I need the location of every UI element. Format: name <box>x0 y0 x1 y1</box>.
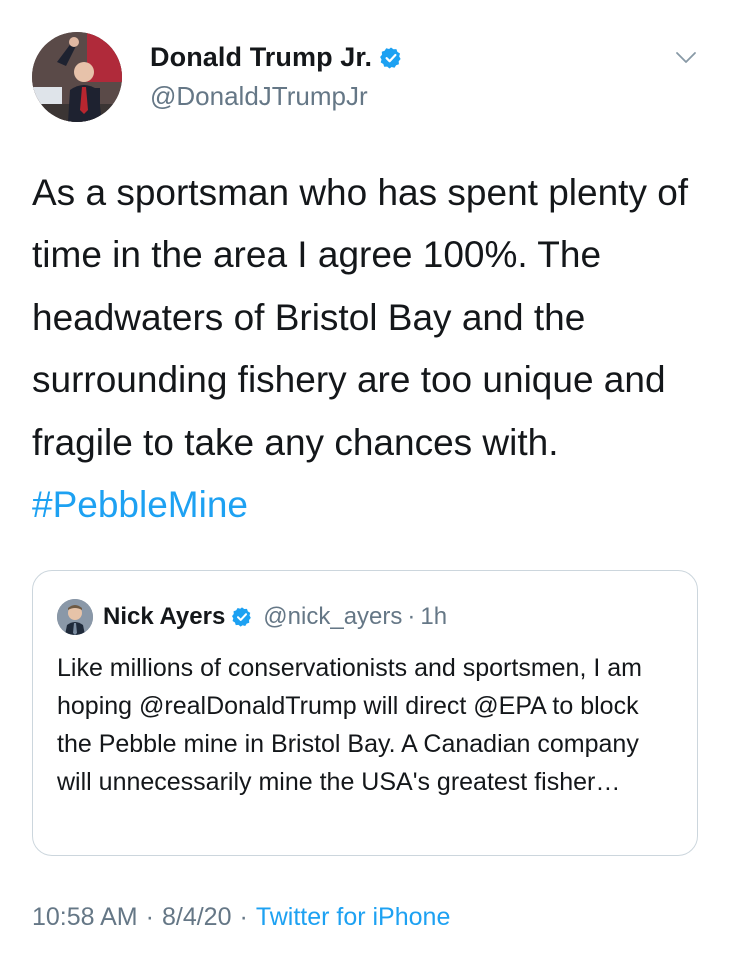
verified-badge-icon <box>380 47 401 68</box>
tweet-body: As a sportsman who has spent plenty of t… <box>32 162 702 536</box>
chevron-down-icon[interactable] <box>674 50 698 66</box>
quoted-profile-photo-icon <box>57 599 93 635</box>
tweet-header: Donald Trump Jr. @DonaldJTrumpJr <box>32 24 702 122</box>
verified-badge-icon <box>232 607 252 627</box>
quoted-author-name: Nick Ayers <box>103 603 226 630</box>
tweet-text: As a sportsman who has spent plenty of t… <box>32 172 689 463</box>
meta-separator: · <box>145 903 154 931</box>
author-handle[interactable]: @DonaldJTrumpJr <box>150 81 368 112</box>
author-avatar[interactable] <box>32 32 122 122</box>
meta-separator: · <box>239 903 248 931</box>
tweet-time: 10:58 AM <box>32 903 138 931</box>
quoted-author-avatar <box>57 599 93 635</box>
quoted-tweet-header: Nick Ayers @nick_ayers · 1h <box>57 599 447 635</box>
author-display-name[interactable]: Donald Trump Jr. <box>150 42 372 73</box>
profile-photo-icon <box>32 32 122 122</box>
author-name-row: Donald Trump Jr. <box>150 42 403 73</box>
quoted-author-handle: @nick_ayers <box>263 603 403 630</box>
hashtag-link[interactable]: #PebbleMine <box>32 484 248 525</box>
tweet-date: 8/4/20 <box>161 903 232 931</box>
quoted-tweet-card[interactable]: Nick Ayers @nick_ayers · 1h Like million… <box>32 570 698 856</box>
tweet-source-link[interactable]: Twitter for iPhone <box>256 903 451 932</box>
quoted-separator: · <box>407 603 416 630</box>
tweet-meta: 10:58 AM · 8/4/20 · Twitter for iPhone <box>32 903 450 932</box>
quoted-timestamp: 1h <box>420 603 448 630</box>
quoted-tweet-text: Like millions of conservationists and sp… <box>57 654 642 796</box>
